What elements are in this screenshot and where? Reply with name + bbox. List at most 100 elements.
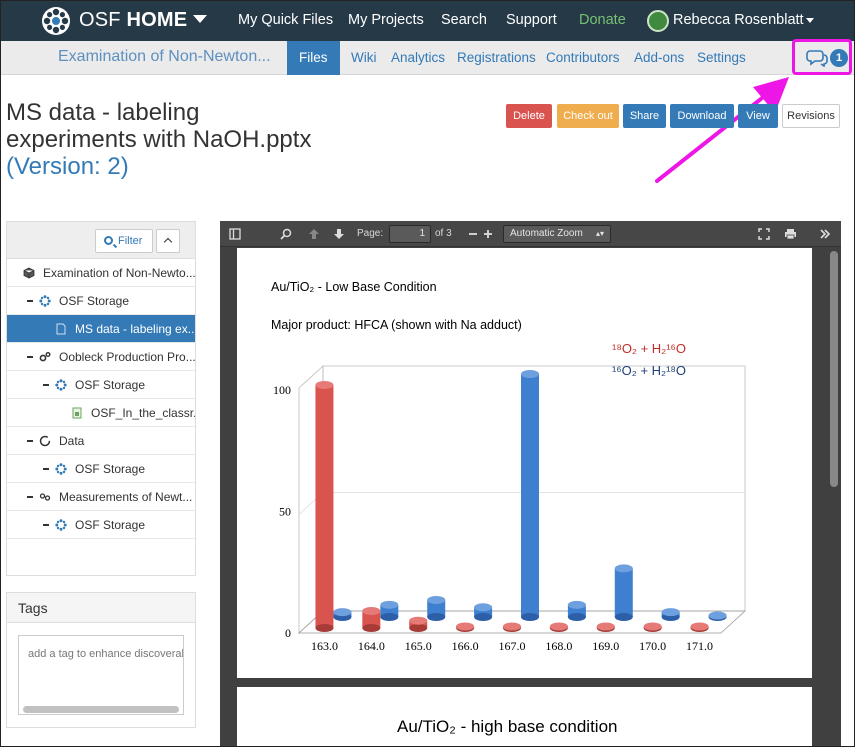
avatar[interactable] [647,10,669,32]
fullscreen-icon[interactable] [758,228,770,240]
screenshot-frame: OSF HOME My Quick Files My Projects Sear… [0,0,855,747]
chart-bar-blue-base [427,613,446,621]
comments-count-badge: 1 [830,49,848,67]
tab-wiki[interactable]: Wiki [351,41,377,75]
comments-icon [806,50,828,67]
top-navbar: OSF HOME My Quick Files My Projects Sear… [1,1,854,41]
horizontal-scrollbar[interactable] [23,706,179,713]
chart-bar-blue-base [614,613,633,621]
tree-row-component[interactable]: Oobleck Production Pro... [7,343,195,371]
tree-row-label: OSF_In_the_classr... [91,406,195,420]
user-menu[interactable]: Rebecca Rosenblatt [673,12,814,28]
tab-files[interactable]: Files [287,41,340,75]
osf-logo-icon[interactable] [41,6,71,36]
minus-icon [43,384,49,386]
tab-registrations[interactable]: Registrations [457,41,536,75]
previous-page-icon[interactable] [308,228,320,240]
download-button[interactable]: Download [670,104,734,128]
comments-button[interactable]: 1 [792,39,852,75]
tree-row-osf-storage[interactable]: OSF Storage [7,371,195,399]
search-icon [104,236,113,245]
file-tree-panel: Filter Examination of Non-Newto... OSF S… [6,221,196,576]
chart-legend-red: ¹⁸O₂ + H₂¹⁶O [612,341,686,356]
nav-support[interactable]: Support [506,12,557,28]
tools-menu-icon[interactable] [819,228,831,240]
cogs-icon [39,352,51,362]
chart-y-tick-label: 50 [279,505,291,519]
print-icon[interactable] [784,228,797,240]
chart-bar-blue [521,374,539,617]
chart-bar-red-base [409,624,428,632]
tree-row-label: Examination of Non-Newto... [43,266,195,280]
tree-row-component[interactable]: Measurements of Newt... [7,483,195,511]
nav-search[interactable]: Search [441,12,487,28]
tree-row-osf-storage[interactable]: OSF Storage [7,511,195,539]
vertical-scrollbar[interactable] [830,251,838,487]
osf-storage-icon [39,295,51,307]
chart-bar-red-top [362,606,381,615]
slide2-title: Au/TiO₂ - high base condition [397,717,618,736]
tree-row-label: MS data - labeling ex... [75,322,195,336]
tags-panel: Tags add a tag to enhance discoverab [6,592,196,728]
filter-button[interactable]: Filter [95,229,153,253]
share-button[interactable]: Share [623,104,666,128]
chart-bar-red-base [362,624,381,632]
zoom-select[interactable]: Automatic Zoom ▴▾ [503,225,611,243]
view-button[interactable]: View [738,104,778,128]
tree-row-osf-storage[interactable]: OSF Storage [7,455,195,483]
chart-legend-blue: ¹⁶O₂ + H₂¹⁸O [612,363,686,378]
chart-x-tick-label: 167.0 [499,639,526,653]
chart-y-tick-label: 0 [285,626,291,640]
brand-bold: HOME [126,9,188,31]
nav-my-projects[interactable]: My Projects [348,12,424,28]
minus-icon [43,468,49,470]
osf-storage-icon [55,463,67,475]
chart-bar-blue-top [474,603,493,612]
chart-y-tick-label: 100 [273,383,291,397]
chart-bar-blue-top [614,564,633,573]
nav-my-quick-files[interactable]: My Quick Files [238,12,333,28]
tab-contributors[interactable]: Contributors [546,41,620,75]
file-version: (Version: 2) [6,153,129,180]
tree-row-selected-file[interactable]: MS data - labeling ex... [7,315,195,343]
file-title-line2: experiments with NaOH.pptx [6,126,312,153]
page-label: Page: [357,228,384,239]
filter-label: Filter [118,235,143,247]
search-icon[interactable] [280,228,292,240]
tree-row-osf-storage[interactable]: OSF Storage [7,287,195,315]
tab-analytics[interactable]: Analytics [391,41,445,75]
tree-row-label: OSF Storage [75,378,146,392]
tags-heading: Tags [7,593,195,623]
user-name: Rebecca Rosenblatt [673,12,804,28]
sidebar-toggle-icon[interactable] [229,228,241,240]
zoom-in-icon[interactable] [483,229,493,239]
tree-row-component[interactable]: Data [7,427,195,455]
tag-input[interactable]: add a tag to enhance discoverab [18,635,184,715]
chart-bar-blue-base [521,613,539,621]
brand-light: OSF [79,9,121,31]
brand-menu[interactable]: OSF HOME [79,9,208,32]
chevron-down-icon [193,14,208,23]
tree-row-label: Measurements of Newt... [59,490,193,504]
zoom-value: Automatic Zoom [510,228,583,239]
revisions-button[interactable]: Revisions [782,104,840,128]
project-title[interactable]: Examination of Non-Newton... [58,48,271,66]
file-title: MS data - labeling experiments with NaOH… [6,99,366,180]
viewer-toolbar: Page: 1 of 3 Automatic Zoom ▴▾ [220,221,841,247]
chart-bar-blue-top [567,600,586,609]
checkout-button[interactable]: Check out [557,104,619,128]
chart-x-tick-label: 164.0 [358,639,385,653]
tree-row-label: Data [59,434,85,448]
delete-button[interactable]: Delete [506,104,552,128]
collapse-button[interactable] [156,229,180,253]
page-number-input[interactable]: 1 [389,225,431,243]
next-page-icon[interactable] [333,228,345,240]
chart-bar-blue-top [661,608,680,617]
nav-donate[interactable]: Donate [579,12,626,28]
ms-bar-chart: 0 50 100 163.0 164.0 165.0 166.0 167.0 168.0 169.… [273,341,747,653]
chart-bar-blue-base [474,613,493,621]
zoom-out-icon[interactable] [468,229,478,239]
tree-row-file[interactable]: OSF_In_the_classr... [7,399,195,427]
tree-row-project[interactable]: Examination of Non-Newto... [7,259,195,287]
chart-bar-red-top [690,622,709,631]
